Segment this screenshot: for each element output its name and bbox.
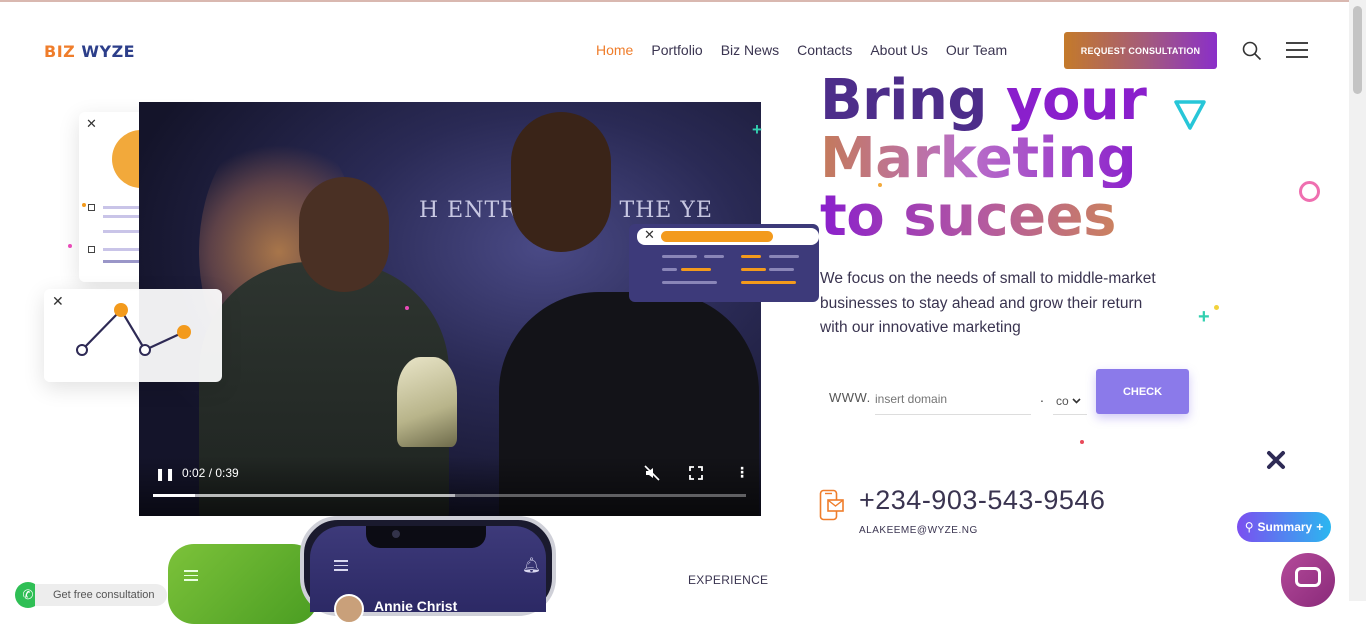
placeholder-line bbox=[741, 268, 766, 271]
person-right-head bbox=[511, 112, 611, 252]
video-controls bbox=[139, 456, 761, 516]
dot-icon bbox=[1080, 440, 1084, 444]
person-left-head bbox=[299, 177, 389, 292]
phone-mockup: 🔔︎ Annie Christ bbox=[300, 516, 556, 624]
contact-phone[interactable]: +234-903-543-9546 bbox=[859, 485, 1105, 516]
contact-email[interactable]: ALAKEEME@WYZE.NG bbox=[859, 525, 978, 536]
dot-icon bbox=[1214, 305, 1219, 310]
placeholder-line bbox=[769, 268, 794, 271]
whatsapp-label[interactable]: Get free consultation bbox=[35, 584, 167, 606]
headline-word-your: your bbox=[1005, 68, 1147, 133]
domain-input[interactable] bbox=[875, 383, 1031, 415]
placeholder-line bbox=[681, 268, 711, 271]
nav-our-team[interactable]: Our Team bbox=[946, 42, 1007, 58]
headline-line-to-sucees: to sucees bbox=[820, 188, 1146, 246]
logo-part-wyze: WYZE bbox=[81, 42, 136, 61]
nav-about-us[interactable]: About Us bbox=[870, 42, 928, 58]
phone-notch bbox=[366, 526, 486, 548]
camera-icon bbox=[392, 530, 400, 538]
placeholder-line bbox=[741, 281, 796, 284]
video-buffered bbox=[153, 494, 456, 497]
dot-icon bbox=[82, 203, 86, 207]
search-icon[interactable] bbox=[1242, 41, 1262, 61]
trophy-award bbox=[397, 357, 457, 447]
summary-plus: + bbox=[1316, 520, 1324, 534]
placeholder-line bbox=[662, 255, 697, 258]
phone-mail-icon bbox=[819, 489, 844, 521]
cross-icon bbox=[1267, 451, 1285, 469]
list-card-progress bbox=[661, 231, 773, 242]
more-vertical-icon[interactable]: ⋮ bbox=[735, 464, 749, 481]
pause-icon[interactable]: ❚❚ bbox=[155, 467, 175, 481]
whatsapp-widget[interactable]: ✆ Get free consultation bbox=[15, 582, 167, 608]
dot-icon bbox=[68, 244, 72, 248]
bell-icon: 🔔︎ bbox=[522, 557, 542, 574]
nav-portfolio[interactable]: Portfolio bbox=[651, 42, 702, 58]
plus-icon: + bbox=[752, 120, 762, 139]
hamburger-menu-icon bbox=[184, 570, 198, 584]
nav-biz-news[interactable]: Biz News bbox=[721, 42, 779, 58]
section-label-experience: EXPERIENCE bbox=[688, 573, 769, 587]
phone-user-name: Annie Christ bbox=[374, 598, 458, 614]
logo-part-biz: BIZ bbox=[44, 42, 76, 61]
hamburger-menu-icon bbox=[334, 560, 348, 574]
site-logo[interactable]: BIZ WYZE bbox=[44, 42, 135, 61]
list-card: ✕ bbox=[629, 224, 819, 302]
close-icon[interactable]: ✕ bbox=[86, 116, 97, 132]
placeholder-line bbox=[662, 268, 677, 271]
chat-button[interactable] bbox=[1281, 553, 1335, 607]
check-domain-button[interactable]: CHECK bbox=[1096, 369, 1189, 414]
video-played bbox=[153, 494, 195, 497]
checkbox-icon bbox=[88, 204, 95, 211]
top-border bbox=[0, 0, 1366, 2]
muted-icon[interactable] bbox=[644, 465, 660, 481]
dot-icon bbox=[878, 183, 882, 187]
nav-home[interactable]: Home bbox=[596, 42, 633, 58]
line-chart-card: ✕ bbox=[44, 289, 222, 382]
domain-dot: . bbox=[1040, 389, 1044, 405]
summary-label: Summary bbox=[1257, 520, 1313, 534]
request-consultation-button[interactable]: REQUEST CONSULTATION bbox=[1064, 32, 1217, 69]
placeholder-line bbox=[704, 255, 724, 258]
main-nav: Home Portfolio Biz News Contacts About U… bbox=[596, 42, 1007, 58]
checkbox-icon bbox=[88, 246, 95, 253]
triangle-icon bbox=[1174, 100, 1206, 130]
scrollbar-thumb[interactable] bbox=[1353, 6, 1362, 94]
green-phone-mockup bbox=[168, 544, 318, 624]
dot-icon bbox=[405, 306, 409, 310]
video-progress-bar[interactable] bbox=[153, 494, 746, 497]
placeholder-line bbox=[741, 255, 761, 258]
hamburger-menu-icon[interactable] bbox=[1286, 42, 1308, 58]
tld-select[interactable]: co bbox=[1053, 387, 1087, 415]
plus-icon: + bbox=[1198, 306, 1210, 328]
placeholder-line bbox=[662, 281, 717, 284]
tld-selected-value: co bbox=[1056, 393, 1069, 408]
domain-prefix: WWW. bbox=[829, 390, 871, 405]
hero-video[interactable]: H ENTREPR OF THE YE ❚❚ 0:02 / 0:39 ⋮ bbox=[139, 102, 761, 516]
close-icon[interactable]: ✕ bbox=[644, 227, 655, 243]
line-chart-icon bbox=[76, 303, 191, 356]
avatar bbox=[334, 594, 364, 624]
hero-headline: Bring your Marketing to sucees bbox=[820, 72, 1147, 246]
ring-icon bbox=[1299, 181, 1320, 202]
summary-button[interactable]: ⚲ Summary + bbox=[1237, 512, 1331, 542]
headline-line-marketing: Marketing bbox=[820, 130, 1146, 188]
hero-lead-text: We focus on the needs of small to middle… bbox=[820, 270, 1156, 336]
nav-contacts[interactable]: Contacts bbox=[797, 42, 852, 58]
placeholder-line bbox=[769, 255, 799, 258]
chat-bubble-icon bbox=[1295, 567, 1321, 587]
search-icon: ⚲ bbox=[1244, 520, 1254, 534]
chevron-down-icon bbox=[1072, 397, 1081, 404]
page-scrollbar[interactable] bbox=[1349, 0, 1366, 601]
fullscreen-icon[interactable] bbox=[689, 466, 703, 480]
video-time: 0:02 / 0:39 bbox=[182, 466, 239, 480]
headline-word-bring: Bring bbox=[820, 68, 987, 133]
